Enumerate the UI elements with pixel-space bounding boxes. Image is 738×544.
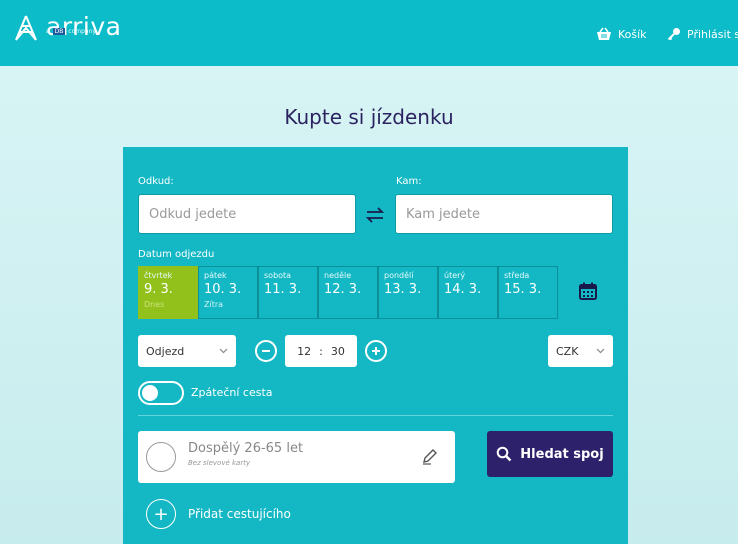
time-field[interactable]: 12 : 30 [285, 335, 357, 367]
from-field[interactable] [138, 194, 356, 234]
logo-subtitle: a DB company [46, 28, 96, 35]
to-input[interactable] [396, 195, 612, 233]
day-date: 15. 3. [504, 282, 542, 297]
day-name: pátek [204, 271, 227, 280]
time-minutes[interactable]: 30 [331, 345, 345, 358]
login-label: Přihlásit se [687, 27, 738, 41]
search-icon [496, 446, 512, 462]
day-date: 11. 3. [264, 282, 302, 297]
passenger-type: Dospělý 26-65 let [188, 441, 304, 456]
minus-icon [262, 350, 270, 352]
date-picker-strip: čtvrtek 9. 3. Dnes pátek 10. 3. Zítra so… [138, 266, 558, 319]
day-date: 10. 3. [204, 282, 242, 297]
day-date: 13. 3. [384, 282, 422, 297]
login-link[interactable]: Přihlásit se [667, 27, 738, 41]
date-option[interactable]: pondělí 13. 3. [378, 266, 438, 319]
cart-label: Košík [618, 27, 647, 41]
date-option[interactable]: sobota 11. 3. [258, 266, 318, 319]
chevron-down-icon [596, 348, 605, 354]
day-name: pondělí [384, 271, 414, 280]
db-badge: DB [52, 28, 66, 35]
key-icon [667, 28, 680, 41]
day-date: 9. 3. [144, 282, 173, 297]
logo-text: arriva [46, 12, 122, 41]
day-date: 14. 3. [444, 282, 482, 297]
basket-icon [597, 27, 611, 40]
date-label: Datum odjezdu [138, 249, 215, 260]
departure-mode-select[interactable]: Odjezd [138, 335, 236, 367]
currency-select[interactable]: CZK [548, 335, 613, 367]
time-separator: : [319, 344, 323, 358]
from-input[interactable] [139, 195, 355, 233]
to-label: Kam: [396, 176, 422, 187]
add-passenger-label: Přidat cestujícího [188, 507, 291, 521]
logo-sub-suffix: company [68, 28, 96, 35]
day-name: úterý [444, 271, 466, 280]
toggle-knob [142, 385, 158, 401]
day-name: sobota [264, 271, 292, 280]
day-name: středa [504, 271, 530, 280]
logo-sub-prefix: a [46, 28, 50, 35]
passenger-discount: Bez slevové karty [188, 459, 251, 467]
search-button-label: Hledat spoj [520, 446, 604, 462]
time-decrease-button[interactable] [255, 340, 277, 362]
passenger-avatar [146, 442, 176, 472]
passenger-card[interactable]: Dospělý 26-65 let Bez slevové karty [138, 431, 455, 483]
return-trip-label[interactable]: Zpáteční cesta [191, 386, 273, 399]
pencil-icon[interactable] [421, 447, 439, 465]
cart-link[interactable]: Košík [596, 27, 647, 41]
day-sub: Zítra [204, 300, 224, 309]
time-hours[interactable]: 12 [297, 345, 311, 358]
chevron-down-icon [219, 348, 228, 354]
date-option[interactable]: pátek 10. 3. Zítra [198, 266, 258, 319]
date-option-selected[interactable]: čtvrtek 9. 3. Dnes [138, 266, 198, 319]
plus-circle-icon: + [146, 499, 176, 529]
date-option[interactable]: neděle 12. 3. [318, 266, 378, 319]
time-increase-button[interactable] [365, 340, 387, 362]
departure-mode-value: Odjezd [146, 344, 185, 358]
plus-icon [372, 347, 380, 355]
day-sub: Dnes [144, 300, 165, 309]
page-title: Kupte si jízdenku [284, 105, 454, 129]
from-label: Odkud: [138, 176, 174, 187]
day-name: neděle [324, 271, 352, 280]
divider [138, 415, 613, 416]
swap-icon[interactable] [364, 205, 386, 225]
search-connection-button[interactable]: Hledat spoj [487, 431, 613, 477]
date-option[interactable]: středa 15. 3. [498, 266, 558, 319]
day-name: čtvrtek [144, 271, 173, 280]
add-passenger-button[interactable]: + Přidat cestujícího [146, 499, 291, 529]
day-date: 12. 3. [324, 282, 362, 297]
calendar-icon[interactable] [578, 281, 598, 301]
date-option[interactable]: úterý 14. 3. [438, 266, 498, 319]
to-field[interactable] [395, 194, 613, 234]
currency-value: CZK [556, 344, 579, 358]
return-trip-toggle[interactable] [138, 381, 184, 405]
arriva-logo-icon [15, 15, 37, 41]
